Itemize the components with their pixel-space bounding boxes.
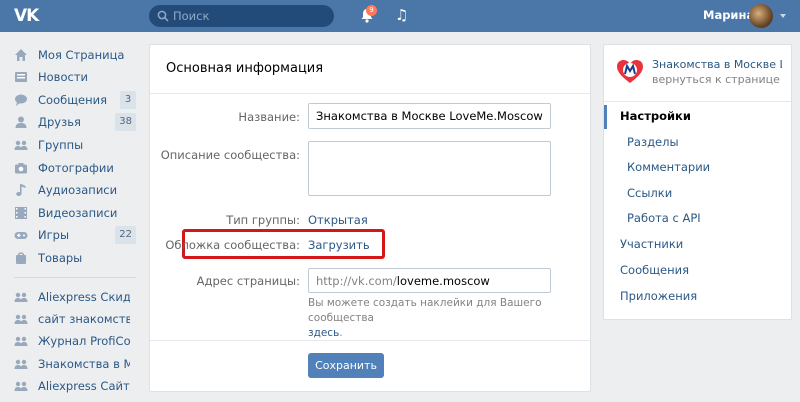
sidebar-item-messages[interactable]: Сообщения 3 (14, 89, 136, 111)
sidebar-group-label: Знакомства в Мо... (38, 357, 130, 371)
sidebar-item-label: Фотографии (38, 161, 114, 175)
sidebar-item-audio[interactable]: Аудиозаписи (14, 179, 136, 201)
sidebar-group-label: сайт знакомств... (38, 312, 130, 326)
sidebar-group-item[interactable]: Журнал ProfiCom... (14, 330, 136, 352)
sidebar-item-label: Моя Страница (38, 48, 125, 62)
sidebar-group-label: Aliexpress Сайт... (38, 379, 130, 393)
groups-icon (14, 140, 28, 150)
address-label: Адрес страницы: (196, 274, 300, 288)
hint-body: Вы можете создать наклейки для Вашего со… (308, 297, 542, 324)
group-icon (14, 359, 28, 369)
right-menu-panel: Знакомства в Москве Lo... вернуться к ст… (603, 44, 792, 320)
menu-item-api[interactable]: Работа с API (627, 211, 701, 225)
settings-card: Основная информация Название: Знакомства… (149, 44, 591, 392)
music-icon[interactable]: ♫ (395, 7, 409, 23)
menu-item-sections[interactable]: Разделы (627, 135, 679, 149)
address-field[interactable]: http://vk.com/loveme.moscow (308, 268, 551, 293)
news-icon (15, 72, 27, 82)
games-count-badge: 22 (115, 226, 136, 244)
sidebar-item-goods[interactable]: Товары (14, 247, 136, 269)
description-label: Описание сообщества: (160, 148, 300, 162)
sidebar-divider (14, 277, 136, 278)
sidebar-group-item[interactable]: сайт знакомств... (14, 308, 136, 330)
sidebar-item-label: Видеозаписи (38, 206, 118, 220)
sidebar-group-item[interactable]: Aliexpress Скид... (14, 286, 136, 308)
hint-text: Вы можете создать наклейки для Вашего со… (308, 296, 578, 341)
menu-item-members[interactable]: Участники (620, 237, 683, 251)
menu-item-messages[interactable]: Сообщения (620, 263, 689, 277)
search-placeholder: Поиск (173, 9, 210, 23)
sidebar-item-friends[interactable]: Друзья 38 (14, 111, 136, 133)
sidebar-item-label: Сообщения (38, 93, 108, 107)
avatar[interactable] (749, 4, 773, 28)
back-to-page-link[interactable]: вернуться к странице (652, 73, 780, 86)
divider (150, 340, 590, 341)
chevron-down-icon[interactable] (780, 14, 786, 18)
messages-count-badge: 3 (120, 91, 136, 109)
name-label: Название: (238, 110, 300, 124)
sidebar-item-photos[interactable]: Фотографии (14, 157, 136, 179)
music-icon (16, 184, 26, 196)
menu-item-comments[interactable]: Комментарии (627, 160, 710, 174)
description-field[interactable] (308, 141, 551, 196)
group-icon (14, 336, 28, 346)
menu-item-settings[interactable]: Настройки (620, 109, 691, 123)
vk-logo[interactable]: VK (14, 6, 44, 26)
camera-icon (15, 163, 27, 174)
hint-period: . (339, 327, 343, 339)
group-icon (14, 292, 28, 302)
group-type-label: Тип группы: (226, 213, 300, 227)
save-button[interactable]: Сохранить (308, 353, 384, 378)
friends-count-badge: 38 (115, 113, 136, 131)
menu-item-links[interactable]: Ссылки (627, 186, 672, 200)
address-prefix: http://vk.com/ (316, 274, 397, 288)
cover-upload-link[interactable]: Загрузить (308, 238, 370, 252)
search-box[interactable]: Поиск (149, 5, 334, 27)
group-icon (14, 381, 28, 391)
friends-icon (15, 116, 27, 128)
hint-link[interactable]: здесь (308, 327, 339, 339)
search-icon (157, 10, 169, 22)
sidebar-group-label: Aliexpress Скид... (38, 290, 130, 304)
group-icon (14, 314, 28, 324)
messages-icon (15, 94, 27, 106)
group-logo-icon[interactable] (616, 59, 644, 85)
sidebar-item-label: Аудиозаписи (38, 183, 118, 197)
top-bar: VK Поиск 9 ♫ Марина (0, 0, 800, 32)
sidebar-item-label: Группы (38, 138, 84, 152)
sidebar-group-label: Журнал ProfiCom... (38, 334, 130, 348)
group-name-link[interactable]: Знакомства в Москве Lo... (652, 58, 782, 71)
cover-label: Обложка сообщества: (165, 238, 300, 252)
sidebar-item-video[interactable]: Видеозаписи (14, 202, 136, 224)
home-icon (15, 49, 27, 61)
sidebar-item-groups[interactable]: Группы (14, 134, 136, 156)
page-title: Основная информация (166, 61, 324, 76)
sidebar-item-my-page[interactable]: Моя Страница (14, 44, 136, 66)
name-field[interactable]: Знакомства в Москве LoveMe.Moscow (308, 103, 551, 129)
gamepad-icon (14, 232, 28, 239)
sidebar-group-item[interactable]: Aliexpress Сайт... (14, 375, 136, 397)
notifications-badge: 9 (366, 5, 377, 16)
divider (150, 93, 590, 94)
address-value: loveme.moscow (396, 274, 490, 288)
user-name[interactable]: Марина (703, 8, 754, 22)
sidebar-item-label: Товары (38, 251, 83, 265)
sidebar-item-news[interactable]: Новости (14, 66, 136, 88)
bag-icon (16, 252, 26, 264)
group-type-link[interactable]: Открытая (308, 213, 368, 227)
divider (604, 101, 791, 102)
sidebar-item-games[interactable]: Игры 22 (14, 224, 136, 246)
video-icon (15, 207, 27, 219)
sidebar-group-item[interactable]: Знакомства в Мо... (14, 353, 136, 375)
menu-item-apps[interactable]: Приложения (620, 289, 697, 303)
sidebar-item-label: Новости (38, 70, 88, 84)
active-indicator (604, 105, 607, 129)
